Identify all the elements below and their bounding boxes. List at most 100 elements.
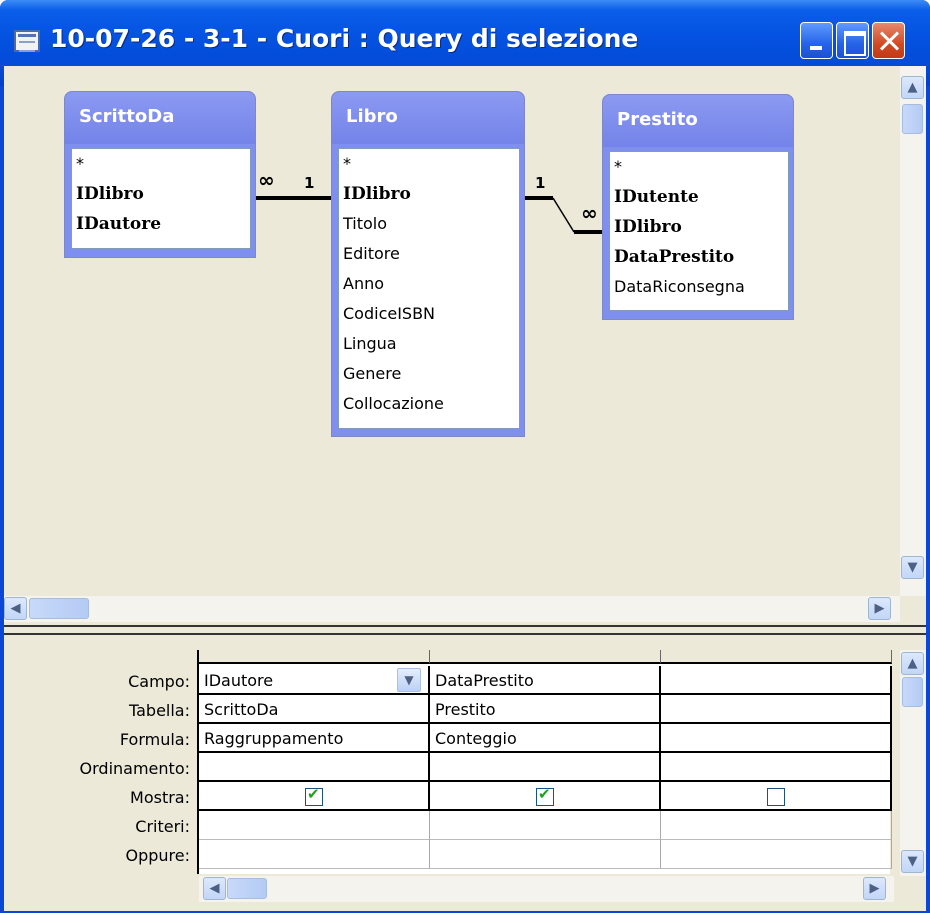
table-libro[interactable]: Libro * IDlibro Titolo Editore Anno Codi… <box>331 91 525 437</box>
relation-one-label: 1 <box>304 174 315 192</box>
row-label-mostra: Mostra: <box>130 788 190 807</box>
scroll-thumb[interactable] <box>902 104 923 134</box>
chevron-up-icon: ▲ <box>907 80 918 95</box>
field-item[interactable]: Anno <box>343 269 384 299</box>
scroll-down-button[interactable]: ▼ <box>901 850 924 873</box>
row-label-criteri: Criteri: <box>135 817 190 836</box>
table-pane-hscrollbar[interactable]: ◀ ▶ <box>4 596 900 622</box>
field-item[interactable]: * <box>614 152 622 182</box>
scroll-left-button[interactable]: ◀ <box>4 597 27 620</box>
table-title: ScrittoDa <box>79 106 175 127</box>
grid-cell-oppure[interactable] <box>430 840 661 869</box>
column-selector[interactable] <box>199 650 430 664</box>
field-item[interactable]: DataRiconsegna <box>614 272 745 302</box>
maximize-button[interactable] <box>836 22 869 59</box>
relation-line-libro-prestito-b <box>552 197 575 233</box>
field-dropdown-button[interactable]: ▼ <box>397 668 421 692</box>
field-item[interactable]: IDlibro <box>76 179 144 209</box>
field-list[interactable]: * IDlibro Titolo Editore Anno CodiceISBN… <box>338 148 520 429</box>
scroll-up-button[interactable]: ▲ <box>901 652 924 675</box>
field-item[interactable]: * <box>76 149 84 179</box>
grid-cell-tabella[interactable]: Prestito <box>430 695 661 724</box>
grid-cell-ordinamento[interactable] <box>199 753 430 782</box>
row-label-ordinamento: Ordinamento: <box>79 759 190 778</box>
query-design-grid[interactable]: IDautore ▼ ScrittoDa Raggruppamento Data… <box>197 650 892 874</box>
scroll-up-button[interactable]: ▲ <box>901 76 924 99</box>
chevron-left-icon: ◀ <box>10 601 21 616</box>
table-pane: ∞ 1 1 ∞ ScrittoDa * IDlibro IDautore Lib… <box>4 66 926 625</box>
scroll-thumb[interactable] <box>29 598 89 619</box>
field-item[interactable]: Titolo <box>343 209 387 239</box>
grid-cell-criteri[interactable] <box>199 811 430 840</box>
chevron-left-icon: ◀ <box>209 881 220 896</box>
show-checkbox[interactable] <box>767 788 785 806</box>
row-label-tabella: Tabella: <box>128 701 190 720</box>
design-grid-pane: Campo: Tabella: Formula: Ordinamento: Mo… <box>4 635 926 911</box>
field-item[interactable]: IDlibro <box>614 212 682 242</box>
grid-cell-criteri[interactable] <box>661 811 892 840</box>
column-selector[interactable] <box>430 650 661 664</box>
grid-cell-campo[interactable]: IDautore <box>199 666 430 695</box>
scroll-thumb[interactable] <box>227 878 267 899</box>
window-title: 10-07-26 - 3-1 - Cuori : Query di selezi… <box>50 24 639 53</box>
scroll-left-button[interactable]: ◀ <box>203 877 226 900</box>
field-item[interactable]: Collocazione <box>343 389 444 419</box>
query-window-icon[interactable] <box>14 30 40 52</box>
table-pane-vscrollbar[interactable]: ▲ ▼ <box>900 66 926 596</box>
field-item[interactable]: Lingua <box>343 329 397 359</box>
table-title: Libro <box>346 106 398 127</box>
grid-cell-tabella[interactable] <box>661 695 892 724</box>
grid-cell-oppure[interactable] <box>199 840 430 869</box>
field-list[interactable]: * IDutente IDlibro DataPrestito DataRico… <box>609 151 789 311</box>
scroll-down-button[interactable]: ▼ <box>901 556 924 579</box>
chevron-down-icon: ▼ <box>404 673 414 687</box>
table-title: Prestito <box>617 109 698 130</box>
grid-cell-ordinamento[interactable] <box>661 753 892 782</box>
table-header[interactable]: Prestito <box>603 95 793 147</box>
grid-cell-campo[interactable]: DataPrestito <box>430 666 661 695</box>
row-label-formula: Formula: <box>119 730 190 749</box>
column-selector[interactable] <box>661 650 892 664</box>
grid-cell-formula[interactable]: Conteggio <box>430 724 661 753</box>
row-label-campo: Campo: <box>128 672 190 691</box>
chevron-down-icon: ▼ <box>907 854 918 869</box>
grid-cell-criteri[interactable] <box>430 811 661 840</box>
field-item[interactable]: DataPrestito <box>614 242 734 272</box>
pane-splitter[interactable] <box>4 625 926 635</box>
field-item[interactable]: CodiceISBN <box>343 299 435 329</box>
scroll-thumb[interactable] <box>902 677 923 707</box>
grid-cell-formula[interactable] <box>661 724 892 753</box>
grid-cell-ordinamento[interactable] <box>430 753 661 782</box>
scroll-right-button[interactable]: ▶ <box>863 877 886 900</box>
table-scrittoda[interactable]: ScrittoDa * IDlibro IDautore <box>64 91 256 258</box>
grid-cell-oppure[interactable] <box>661 840 892 869</box>
chevron-up-icon: ▲ <box>907 656 918 671</box>
chevron-right-icon: ▶ <box>869 881 880 896</box>
close-button[interactable] <box>872 22 905 59</box>
field-item[interactable]: Genere <box>343 359 401 389</box>
table-header[interactable]: ScrittoDa <box>65 92 255 144</box>
scroll-right-button[interactable]: ▶ <box>868 597 891 620</box>
field-item[interactable]: Editore <box>343 239 400 269</box>
table-prestito[interactable]: Prestito * IDutente IDlibro DataPrestito… <box>602 94 794 320</box>
field-item[interactable]: IDutente <box>614 182 699 212</box>
table-header[interactable]: Libro <box>332 92 524 144</box>
relation-one-label: 1 <box>535 174 546 192</box>
grid-cell-campo[interactable] <box>661 666 892 695</box>
grid-hscrollbar[interactable]: ◀ ▶ <box>199 876 894 902</box>
field-item[interactable]: IDlibro <box>343 179 411 209</box>
relation-many-label: ∞ <box>258 168 275 192</box>
row-label-oppure: Oppure: <box>125 846 190 865</box>
show-checkbox[interactable] <box>536 785 554 806</box>
field-item[interactable]: IDautore <box>76 209 161 239</box>
minimize-button[interactable] <box>800 22 833 59</box>
query-window: 10-07-26 - 3-1 - Cuori : Query di selezi… <box>0 0 930 913</box>
relation-many-label: ∞ <box>581 201 598 225</box>
field-item[interactable]: * <box>343 149 351 179</box>
field-list[interactable]: * IDlibro IDautore <box>71 148 251 249</box>
show-checkbox[interactable] <box>305 785 323 806</box>
grid-vscrollbar[interactable]: ▲ ▼ <box>900 650 926 876</box>
chevron-down-icon: ▼ <box>907 560 918 575</box>
grid-cell-tabella[interactable]: ScrittoDa <box>199 695 430 724</box>
grid-cell-formula[interactable]: Raggruppamento <box>199 724 430 753</box>
